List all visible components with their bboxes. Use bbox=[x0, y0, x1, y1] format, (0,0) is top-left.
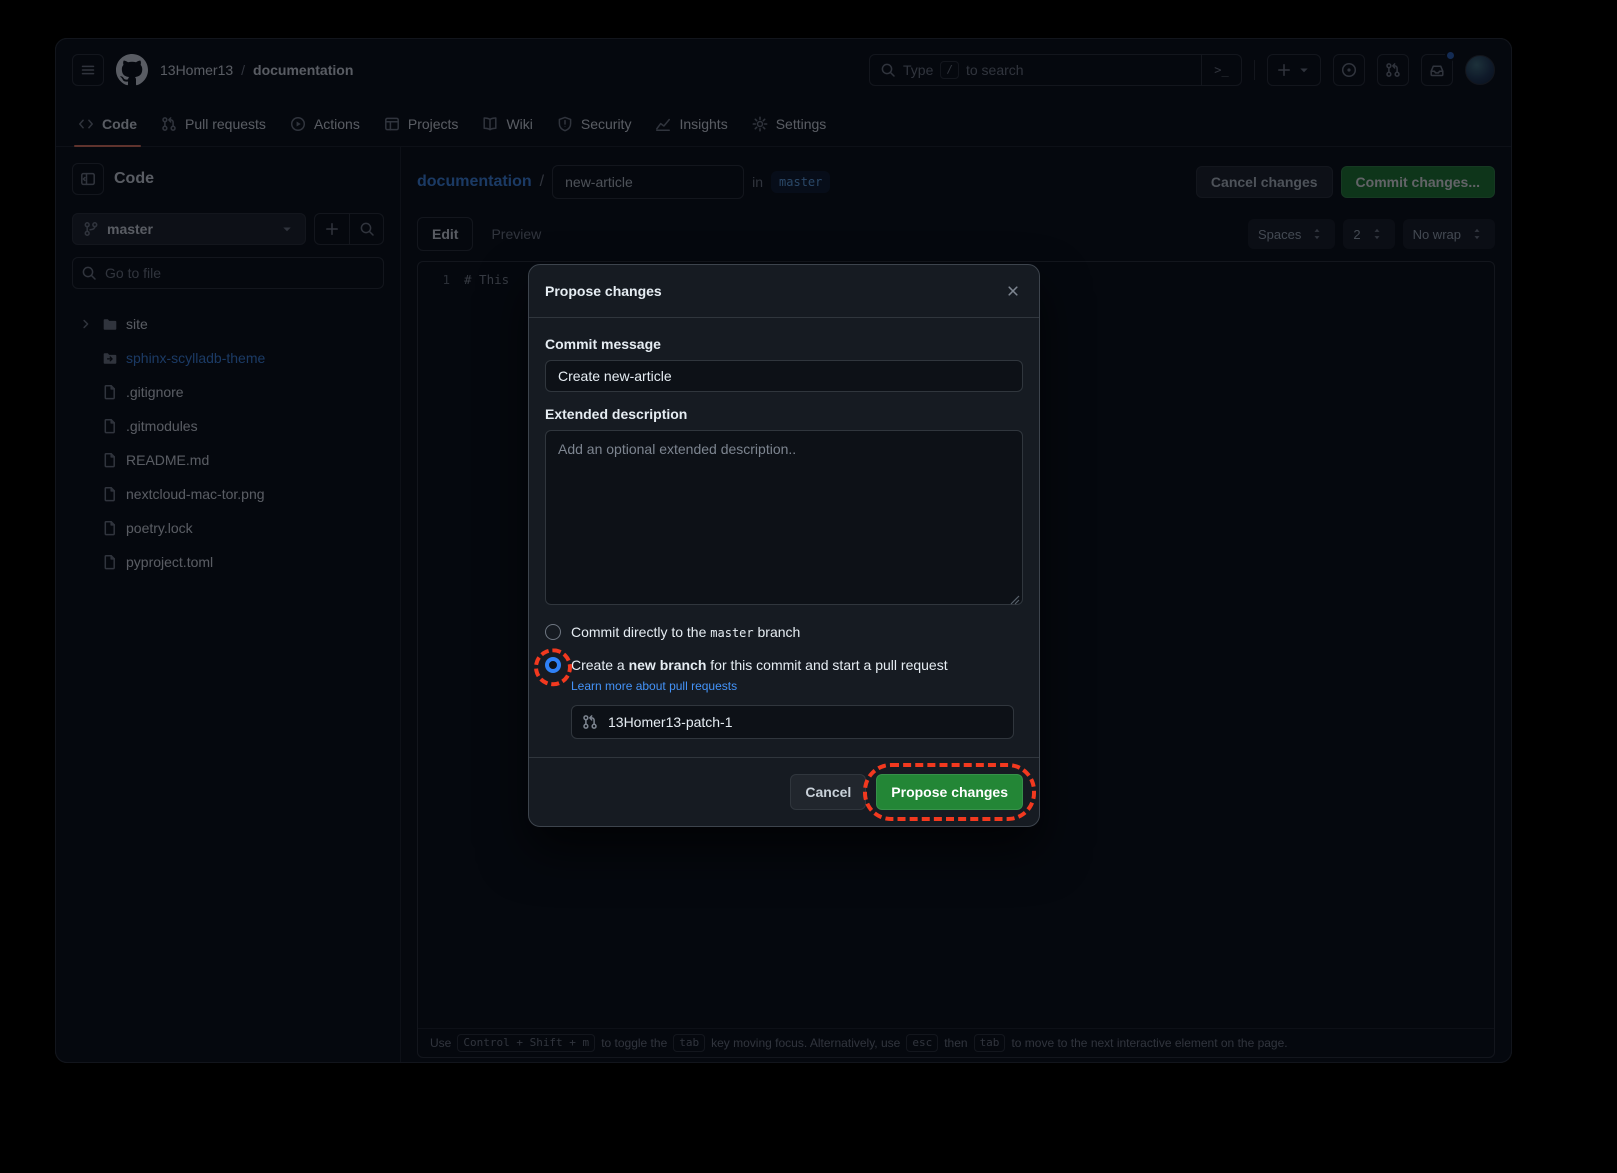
dialog-body: Commit message Extended description Comm… bbox=[529, 318, 1039, 739]
cancel-button[interactable]: Cancel bbox=[790, 774, 866, 810]
new-branch-label: Create a new branch for this commit and … bbox=[571, 655, 948, 675]
extended-description-textarea[interactable] bbox=[545, 430, 1023, 605]
close-icon[interactable] bbox=[1003, 281, 1023, 301]
commit-direct-radio[interactable] bbox=[545, 624, 561, 640]
dialog-footer: Cancel Propose changes bbox=[529, 757, 1039, 826]
branch-name-wrap bbox=[571, 705, 1023, 739]
propose-changes-dialog: Propose changes Commit message Extended … bbox=[528, 264, 1040, 827]
resize-grip-icon[interactable] bbox=[1010, 595, 1020, 605]
dialog-header: Propose changes bbox=[529, 265, 1039, 318]
git-pull-request-icon bbox=[582, 714, 598, 730]
dialog-title: Propose changes bbox=[545, 283, 662, 299]
branch-name-input[interactable] bbox=[571, 705, 1014, 739]
new-branch-radio[interactable] bbox=[545, 657, 561, 673]
propose-wrap: Propose changes bbox=[876, 774, 1023, 810]
commit-message-label: Commit message bbox=[545, 336, 1023, 352]
propose-changes-button[interactable]: Propose changes bbox=[876, 774, 1023, 810]
learn-more-link[interactable]: Learn more about pull requests bbox=[571, 679, 737, 693]
new-branch-option: Create a new branch for this commit and … bbox=[545, 655, 1023, 675]
commit-direct-option: Commit directly to the master branch bbox=[545, 622, 1023, 643]
extended-description-wrap bbox=[545, 430, 1023, 610]
commit-message-input[interactable] bbox=[545, 360, 1023, 392]
commit-direct-label: Commit directly to the master branch bbox=[571, 622, 800, 643]
extended-description-label: Extended description bbox=[545, 406, 1023, 422]
